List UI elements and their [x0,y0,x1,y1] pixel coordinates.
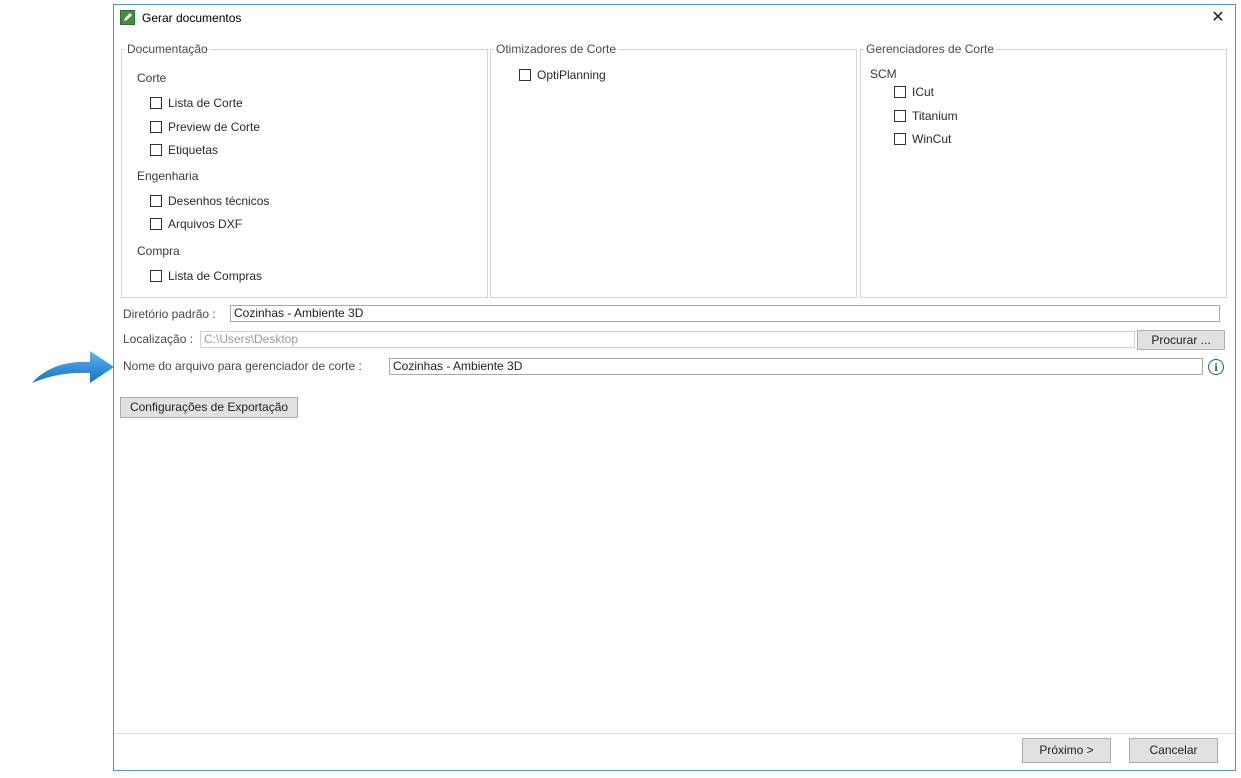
checkbox-icut[interactable]: ICut [894,84,934,100]
section-compra: Compra [137,244,180,258]
proximo-button[interactable]: Próximo > [1022,738,1111,763]
checkbox-etiquetas[interactable]: Etiquetas [150,142,218,158]
checkbox-desenhos-tecnicos[interactable]: Desenhos técnicos [150,193,269,209]
checkbox-box[interactable] [894,109,906,122]
section-corte: Corte [137,71,167,85]
checkbox-box[interactable] [894,132,906,145]
checkbox-lista-de-compras[interactable]: Lista de Compras [150,268,262,284]
diretorio-label: Diretório padrão : [123,307,216,321]
checkbox-arquivos-dxf[interactable]: Arquivos DXF [150,216,242,232]
edit-document-icon [120,10,135,25]
checkbox-box[interactable] [894,85,906,98]
footer-divider [114,733,1235,734]
checkbox-titanium[interactable]: Titanium [894,108,958,124]
group-otimizadores: Otimizadores de Corte [490,42,857,298]
checkbox-box[interactable] [519,68,531,81]
checkbox-box[interactable] [150,217,162,230]
diretorio-input[interactable]: Cozinhas - Ambiente 3D [230,305,1220,322]
close-button[interactable]: ✕ [1207,8,1229,28]
group-otimizadores-legend: Otimizadores de Corte [494,42,619,56]
checkbox-lista-de-corte[interactable]: Lista de Corte [150,95,243,111]
dialog-window: Gerar documentos ✕ Documentação Corte Li… [113,4,1236,771]
group-documentacao-legend: Documentação [125,42,210,56]
blue-arrow-icon [32,351,114,383]
section-engenharia: Engenharia [137,169,199,183]
checkbox-wincut[interactable]: WinCut [894,131,951,147]
section-scm: SCM [870,67,897,81]
checkbox-optiplanning[interactable]: OptiPlanning [519,67,606,83]
info-icon[interactable]: i [1208,359,1224,375]
nome-arquivo-input[interactable]: Cozinhas - Ambiente 3D [389,358,1203,375]
group-gerenciadores-legend: Gerenciadores de Corte [864,42,997,56]
configuracoes-exportacao-button[interactable]: Configurações de Exportação [120,397,298,418]
checkbox-preview-de-corte[interactable]: Preview de Corte [150,119,260,135]
checkbox-box[interactable] [150,194,162,207]
window-title: Gerar documentos [142,11,242,25]
cancelar-button[interactable]: Cancelar [1129,738,1218,763]
localizacao-label: Localização : [123,332,194,346]
title-bar: Gerar documentos ✕ [114,5,1235,32]
procurar-button[interactable]: Procurar ... [1137,330,1225,350]
checkbox-box[interactable] [150,269,162,282]
checkbox-box[interactable] [150,96,162,109]
localizacao-input[interactable]: C:\Users\Desktop [200,331,1135,348]
nome-arquivo-label: Nome do arquivo para gerenciador de cort… [123,359,362,373]
checkbox-box[interactable] [150,120,162,133]
checkbox-box[interactable] [150,143,162,156]
